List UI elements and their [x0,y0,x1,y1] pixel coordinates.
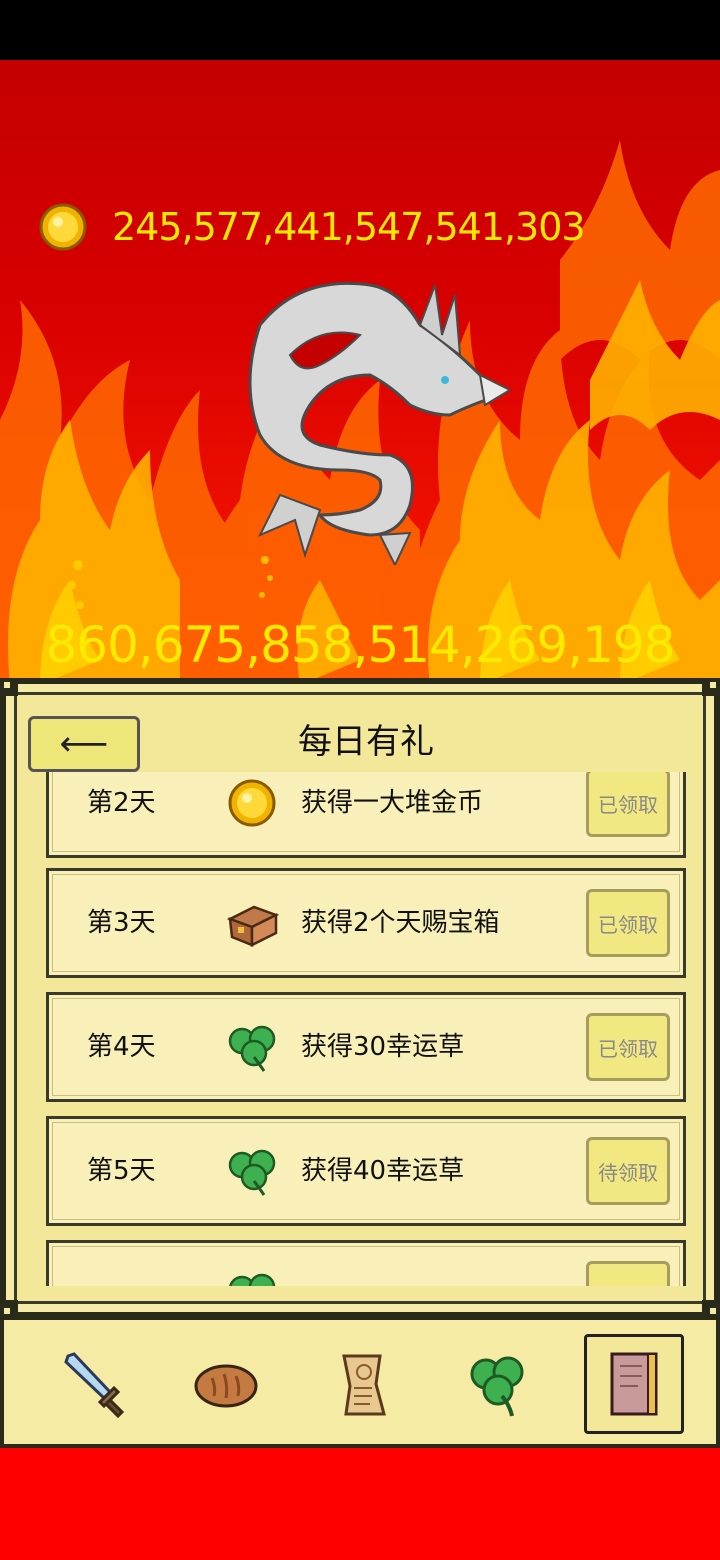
bread-icon [194,1364,258,1408]
tab-scroll[interactable] [312,1334,412,1434]
bottom-tab-bar [0,1318,720,1448]
coin-value: 245,577,441,547,541,303 [112,205,586,249]
tab-clover[interactable] [448,1334,548,1434]
day-label: 第3天 [87,908,156,938]
claim-button[interactable]: 已领取 [586,889,670,957]
claim-button[interactable] [586,1261,670,1286]
book-icon [610,1352,658,1416]
scroll-icon [342,1354,386,1416]
gold-coin-icon [228,779,276,827]
coin-balance: 245,577,441,547,541,303 [38,202,586,252]
reward-text: 获得40幸运草 [301,1156,465,1186]
clover-icon [228,1025,276,1072]
list-item: 第2天 获得一大堆金币 已领取 [46,772,686,858]
silver-dragon-icon[interactable] [220,265,510,565]
claim-button[interactable]: 已领取 [586,1013,670,1081]
corner-ornament-icon [0,1300,18,1318]
tab-book[interactable] [584,1334,684,1434]
list-item: 第4天 获得30幸运草 已领取 [46,992,686,1102]
day-label: 第5天 [87,1156,156,1186]
daily-gift-panel: ⟵ 每日有礼 第2天 获得一大堆金币 已领取 第3天 获得2个天赐宝箱 已领取 [0,678,720,1318]
bottom-background [0,1445,720,1560]
reward-text: 获得一大堆金币 [301,788,484,818]
day-label: 第4天 [87,1032,156,1062]
list-item: 第5天 获得40幸运草 待领取 [46,1116,686,1226]
treasure-chest-icon [226,905,280,948]
daily-gift-list[interactable]: 第2天 获得一大堆金币 已领取 第3天 获得2个天赐宝箱 已领取 第4天 获得3… [40,772,692,1286]
corner-ornament-icon [0,678,18,696]
panel-title: 每日有礼 [298,722,434,762]
status-bar [0,0,720,60]
clover-icon [229,1273,276,1286]
tab-sword[interactable] [46,1334,146,1434]
corner-ornament-icon [702,1300,720,1318]
battle-scene: 245,577,441,547,541,303 860,675,858,514,… [0,60,720,685]
clover-icon [470,1356,524,1417]
reward-text: 获得30幸运草 [301,1032,465,1062]
list-item: 第3天 获得2个天赐宝箱 已领取 [46,868,686,978]
gold-coin-icon [39,203,87,251]
clover-icon [228,1149,276,1196]
list-item [46,1240,686,1286]
sword-icon [64,1352,125,1419]
claim-button[interactable]: 待领取 [586,1137,670,1205]
reward-text: 获得2个天赐宝箱 [301,908,500,938]
claim-button[interactable]: 已领取 [586,772,670,837]
boss-hp-value: 860,675,858,514,269,198 [45,616,675,674]
tab-bread[interactable] [176,1334,276,1434]
day-label: 第2天 [87,788,156,818]
corner-ornament-icon [702,678,720,696]
